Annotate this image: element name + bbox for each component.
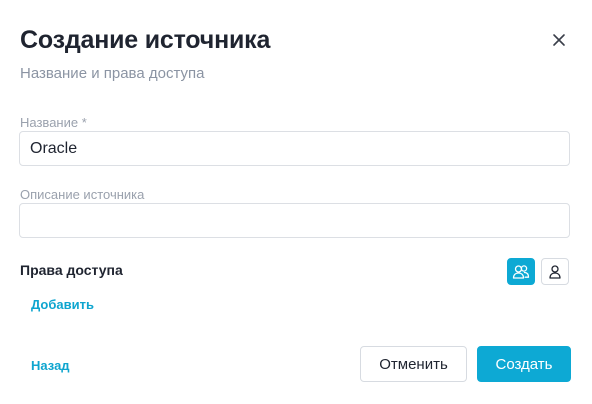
name-field-label: Название *	[20, 115, 87, 130]
dialog-title: Создание источника	[20, 26, 271, 54]
name-field[interactable]	[19, 131, 570, 166]
close-button[interactable]	[549, 30, 569, 50]
create-button[interactable]: Создать	[477, 346, 571, 382]
add-access-link[interactable]: Добавить	[31, 297, 94, 312]
description-field-label: Описание источника	[20, 187, 145, 202]
create-source-dialog: Создание источника Название и права дост…	[0, 0, 592, 404]
back-link[interactable]: Назад	[31, 358, 70, 373]
group-access-toggle[interactable]	[507, 258, 535, 285]
user-icon	[549, 264, 561, 279]
close-icon	[553, 34, 565, 46]
single-user-access-toggle[interactable]	[541, 258, 569, 285]
dialog-subtitle: Название и права доступа	[20, 65, 205, 82]
users-icon	[512, 264, 530, 279]
cancel-button[interactable]: Отменить	[360, 346, 467, 382]
description-field[interactable]	[19, 203, 570, 238]
access-rights-label: Права доступа	[20, 262, 123, 278]
